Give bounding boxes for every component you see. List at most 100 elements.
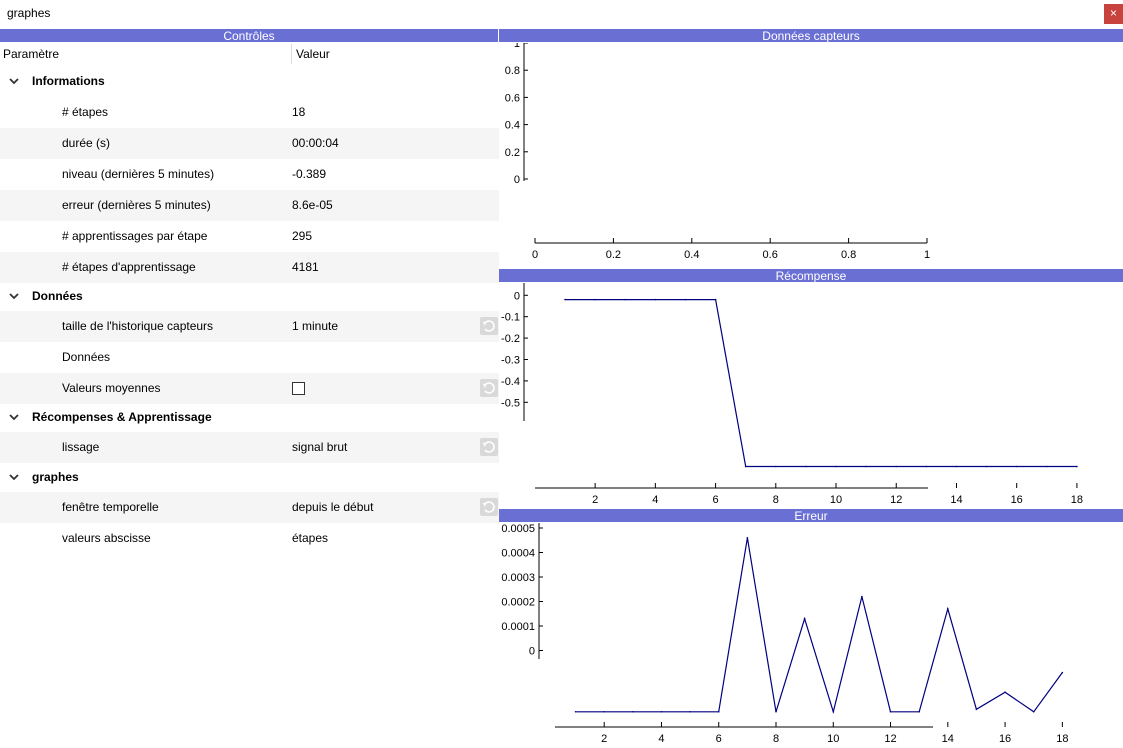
data-point xyxy=(717,710,720,713)
data-point xyxy=(564,298,566,301)
param-value: 295 xyxy=(292,229,313,243)
data-point xyxy=(1076,465,1078,468)
group-donnees[interactable]: Données xyxy=(0,281,499,312)
reward-dock-title[interactable]: Récompense xyxy=(499,269,1123,282)
y-tick-label: 0.4 xyxy=(505,120,520,132)
data-point xyxy=(1004,691,1006,693)
param-value[interactable]: étapes xyxy=(292,523,328,554)
data-point xyxy=(1046,465,1048,468)
x-tick-label: 6 xyxy=(713,494,719,506)
x-tick-label: 1 xyxy=(924,249,930,261)
error-dock-title[interactable]: Erreur xyxy=(499,509,1123,522)
param-row[interactable]: niveau (dernières 5 minutes) -0.389 xyxy=(0,159,499,190)
param-name: durée (s) xyxy=(62,136,111,150)
y-tick-label: 0.0005 xyxy=(501,523,535,535)
chevron-down-icon xyxy=(9,414,19,421)
reward-chart[interactable]: 0 -0.1 -0.2 -0.3 -0.4 -0.5 2 4 6 8 10 12 14 16 18 xyxy=(499,283,1123,507)
header-divider xyxy=(291,44,292,64)
y-tick-label: -0.4 xyxy=(501,376,520,388)
param-value: 18 xyxy=(292,105,306,119)
x-tick-label: 2 xyxy=(601,733,607,745)
param-row[interactable]: durée (s) 00:00:04 xyxy=(0,128,499,159)
param-row[interactable]: valeurs abscisse étapes xyxy=(0,523,499,554)
param-row[interactable]: erreur (dernières 5 minutes) 8.6e-05 xyxy=(0,190,499,221)
y-tick-label: -0.2 xyxy=(501,333,520,345)
data-point xyxy=(1015,465,1018,468)
y-tick-label: -0.1 xyxy=(501,312,520,324)
param-row[interactable]: taille de l'historique capteurs 1 minute xyxy=(0,311,499,342)
data-point xyxy=(574,710,577,713)
param-name: # étapes xyxy=(62,105,109,119)
x-tick-label: 4 xyxy=(658,733,664,745)
header-parameter: Paramètre xyxy=(3,47,60,61)
reset-icon[interactable] xyxy=(480,498,498,516)
reset-icon[interactable] xyxy=(480,317,498,335)
data-point xyxy=(744,465,747,468)
group-label: graphes xyxy=(32,470,79,484)
x-tick-label: 0.4 xyxy=(684,249,699,261)
param-name: erreur (dernières 5 minutes) xyxy=(62,198,211,212)
y-tick-label: 1 xyxy=(514,43,520,50)
x-tick-label: 10 xyxy=(827,733,839,745)
param-name: Données xyxy=(62,350,111,364)
x-tick-label: 8 xyxy=(773,733,779,745)
data-point xyxy=(861,595,863,598)
x-tick-label: 0.8 xyxy=(841,249,856,261)
param-value[interactable]: 1 minute xyxy=(292,311,338,342)
reset-icon[interactable] xyxy=(480,379,498,397)
data-point xyxy=(1032,710,1035,713)
sensor-chart[interactable]: 0 0.2 0.4 0.6 0.8 1 0 0.2 0.4 0.6 0.8 1 xyxy=(499,43,1123,267)
x-tick-label: 0.6 xyxy=(763,249,778,261)
data-point xyxy=(684,298,687,301)
data-point xyxy=(746,537,749,539)
group-informations[interactable]: Informations xyxy=(0,66,499,97)
chevron-down-icon xyxy=(9,293,19,300)
sensor-dock-title[interactable]: Données capteurs xyxy=(499,29,1123,42)
param-name: fenêtre temporelle xyxy=(62,500,159,514)
y-tick-label: -0.5 xyxy=(501,397,520,409)
data-point xyxy=(889,710,892,713)
param-row[interactable]: # étapes 18 xyxy=(0,97,499,128)
x-tick-label: 12 xyxy=(884,733,896,745)
data-point xyxy=(865,465,867,468)
param-name: valeurs abscisse xyxy=(62,531,151,545)
param-value: -0.389 xyxy=(292,167,327,181)
average-values-checkbox[interactable] xyxy=(292,382,305,395)
data-point xyxy=(918,710,920,713)
close-button[interactable]: × xyxy=(1104,4,1123,24)
param-value: 4181 xyxy=(292,260,319,274)
param-name: Valeurs moyennes xyxy=(62,381,161,395)
group-graphes[interactable]: graphes xyxy=(0,462,499,493)
param-value[interactable]: depuis le début xyxy=(292,492,373,523)
data-point xyxy=(1061,671,1064,674)
group-label: Informations xyxy=(32,74,105,88)
y-tick-label: -0.3 xyxy=(501,354,520,366)
y-tick-label: 0.0004 xyxy=(501,548,535,560)
param-row[interactable]: # apprentissages par étape 295 xyxy=(0,221,499,252)
y-tick-label: 0 xyxy=(529,646,535,658)
x-tick-label: 14 xyxy=(942,733,954,745)
x-tick-label: 0 xyxy=(532,249,538,261)
data-point xyxy=(803,617,806,620)
param-value[interactable]: signal brut xyxy=(292,432,347,463)
error-chart[interactable]: 0 0.0001 0.0002 0.0003 0.0004 0.0005 2 4 6 8 10 12 1… xyxy=(499,523,1123,748)
x-tick-label: 16 xyxy=(999,733,1011,745)
param-name: niveau (dernières 5 minutes) xyxy=(62,167,215,181)
header-value: Valeur xyxy=(296,47,330,61)
x-tick-label: 12 xyxy=(890,494,902,506)
param-row[interactable]: lissage signal brut xyxy=(0,432,499,463)
reset-icon[interactable] xyxy=(480,438,498,456)
param-row[interactable]: # étapes d'apprentissage 4181 xyxy=(0,252,499,283)
chevron-down-icon xyxy=(9,78,19,85)
data-point xyxy=(832,710,835,713)
x-tick-label: 0.2 xyxy=(606,249,621,261)
group-recompenses[interactable]: Récompenses & Apprentissage xyxy=(0,402,499,433)
param-row[interactable]: Valeurs moyennes xyxy=(0,373,499,404)
x-tick-label: 6 xyxy=(716,733,722,745)
x-tick-label: 14 xyxy=(950,494,962,506)
controls-dock-title[interactable]: Contrôles xyxy=(0,29,498,42)
y-tick-label: 0 xyxy=(514,290,520,302)
param-row[interactable]: Données xyxy=(0,342,499,373)
data-point xyxy=(775,465,777,468)
param-row[interactable]: fenêtre temporelle depuis le début xyxy=(0,492,499,523)
